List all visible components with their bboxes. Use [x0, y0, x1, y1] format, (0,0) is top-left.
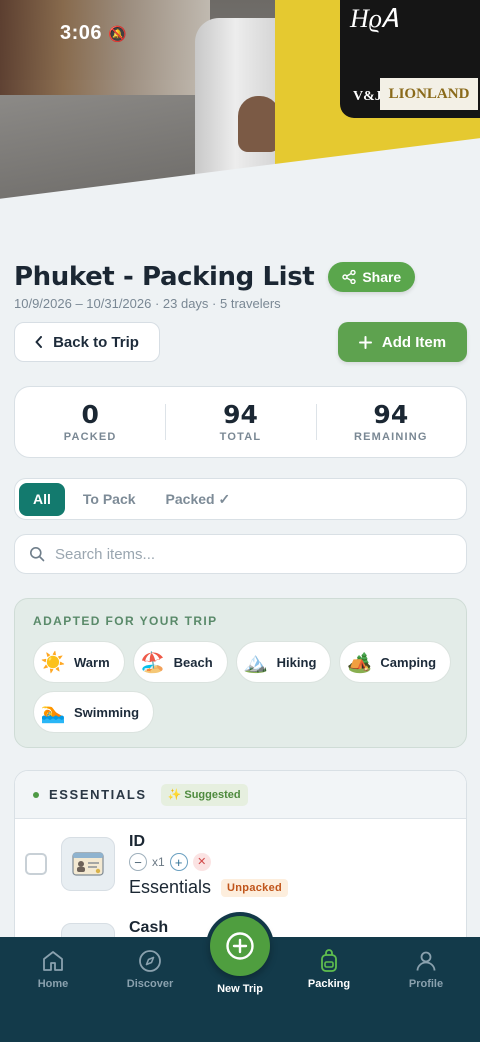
swimmer-icon: 🏊	[40, 701, 66, 724]
chip-label: Beach	[173, 654, 213, 670]
tab-all[interactable]: All	[19, 482, 65, 516]
nav-discover[interactable]: Discover	[102, 949, 198, 990]
section-header[interactable]: ESSENTIALS ✨ Suggested	[15, 771, 466, 819]
tent-icon: 🏕️	[346, 651, 372, 674]
section-title: ESSENTIALS	[49, 787, 147, 802]
back-label: Back to Trip	[53, 333, 139, 351]
filter-tabs: All To Pack Packed ✓	[14, 478, 467, 520]
item-meta: Essentials Unpacked	[129, 877, 289, 898]
add-item-button[interactable]: Add Item	[338, 322, 467, 362]
nav-label: Home	[37, 978, 69, 990]
chip-swimming[interactable]: 🏊 Swimming	[33, 691, 155, 733]
nav-label: Packing	[307, 978, 351, 990]
nav-packing[interactable]: Packing	[281, 949, 377, 990]
status-bar: 3:06 🔕	[60, 22, 127, 45]
suggested-badge: ✨ Suggested	[160, 783, 248, 806]
chip-camping[interactable]: 🏕️ Camping	[339, 641, 452, 683]
page-title: Phuket - Packing List	[14, 262, 315, 292]
adapted-panel: ADAPTED FOR YOUR TRIP ☀️ Warm 🏖️ Beach 🏔…	[14, 598, 467, 748]
chip-warm[interactable]: ☀️ Warm	[33, 641, 125, 683]
increment-button[interactable]: +	[169, 853, 188, 871]
status-badge: Unpacked	[221, 878, 289, 897]
list-item: ID − x1 + ✕ Essentials Unpacked	[25, 833, 455, 913]
beach-icon: 🏖️	[140, 651, 166, 674]
stat-value: 0	[81, 400, 99, 429]
item-category: Essentials	[129, 877, 212, 897]
id-card-icon	[61, 837, 115, 891]
trip-dates: 10/9/2026 – 10/31/2026 · 23 days · 5 tra…	[14, 296, 281, 311]
backpack-icon	[321, 949, 337, 972]
search-icon	[30, 547, 45, 562]
nav-profile[interactable]: Profile	[378, 949, 474, 990]
remove-button[interactable]: ✕	[192, 853, 211, 871]
share-label: Share	[362, 269, 402, 285]
stat-value: 94	[223, 400, 258, 429]
tab-to-pack[interactable]: To Pack	[71, 483, 148, 516]
decrement-button[interactable]: −	[129, 853, 147, 871]
sun-icon: ☀️	[40, 651, 66, 674]
stat-label: PACKED	[63, 431, 117, 443]
user-icon	[416, 951, 436, 971]
new-trip-label: New Trip	[217, 983, 263, 995]
chip-label: Warm	[74, 654, 110, 670]
plus-circle-icon	[226, 932, 254, 960]
section-dot	[33, 791, 39, 798]
tab-packed[interactable]: Packed ✓	[154, 483, 243, 516]
nav-label: Profile	[408, 978, 444, 990]
chip-beach[interactable]: 🏖️ Beach	[132, 641, 228, 683]
stat-remaining: 94 REMAINING	[315, 387, 466, 457]
stat-label: TOTAL	[219, 431, 262, 443]
search-bar	[14, 534, 467, 574]
nav-home[interactable]: Home	[5, 949, 101, 990]
search-input[interactable]	[55, 545, 435, 563]
chip-label: Hiking	[276, 654, 317, 670]
item-name: ID	[129, 833, 145, 850]
quantity-stepper: − x1 + ✕	[129, 853, 211, 871]
chip-label: Camping	[380, 654, 437, 670]
home-icon	[43, 951, 63, 971]
stat-label: REMAINING	[353, 431, 428, 443]
chevron-left-icon	[35, 336, 43, 348]
share-icon	[342, 270, 357, 284]
mountain-icon: 🏔️	[243, 651, 269, 674]
stat-value: 94	[373, 400, 409, 429]
stat-total: 94 TOTAL	[165, 387, 315, 457]
compass-icon	[139, 950, 161, 972]
chip-hiking[interactable]: 🏔️ Hiking	[235, 641, 332, 683]
quantity-value: x1	[152, 855, 165, 869]
packing-stats: 0 PACKED 94 TOTAL 94 REMAINING	[14, 386, 467, 458]
chip-label: Swimming	[74, 704, 140, 720]
share-button[interactable]: Share	[328, 262, 416, 292]
nav-label: Discover	[126, 978, 174, 990]
status-time: 3:06	[60, 22, 103, 44]
back-to-trip-button[interactable]: Back to Trip	[14, 322, 160, 362]
stat-packed: 0 PACKED	[15, 387, 165, 457]
new-trip-button[interactable]	[210, 916, 270, 976]
add-label: Add Item	[381, 333, 447, 351]
silent-bell-icon: 🔕	[108, 26, 128, 43]
item-name: Cash	[129, 919, 169, 936]
adapted-heading: ADAPTED FOR YOUR TRIP	[33, 614, 218, 628]
item-checkbox[interactable]	[25, 853, 47, 875]
plus-icon	[358, 335, 372, 349]
